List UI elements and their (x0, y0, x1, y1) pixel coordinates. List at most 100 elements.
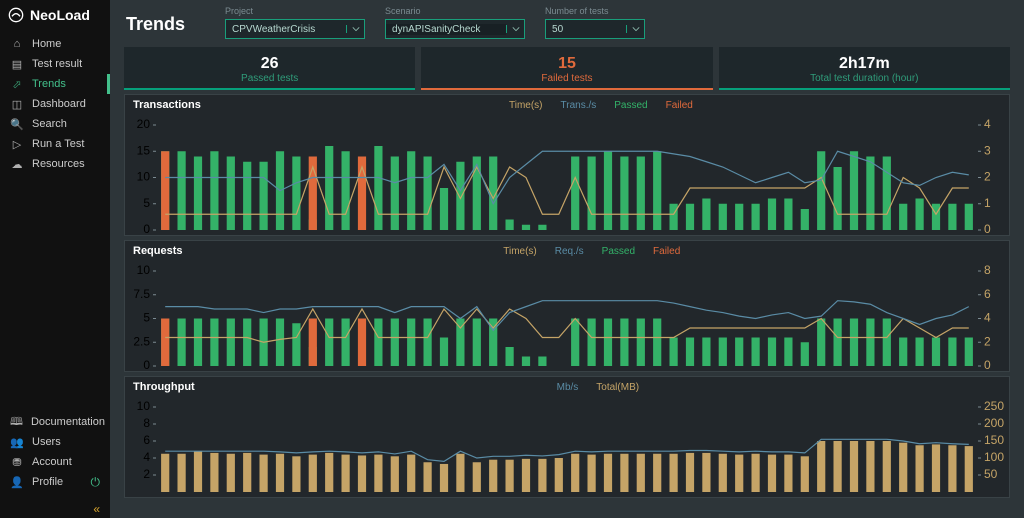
home-icon: ⌂ (10, 38, 24, 50)
sidebar-nav: ⌂ Home ▤ Test result ⬀Trends ◫ Dashboard 🔍Searc… (0, 30, 110, 412)
page-title: Trends (126, 14, 185, 35)
duration-tile[interactable]: 2h17m Total test duration (hour) (719, 47, 1010, 90)
svg-text:0: 0 (984, 358, 991, 371)
nav-label: Search (32, 118, 67, 130)
legend-item: Passed (602, 246, 635, 257)
collapse-sidebar-button[interactable]: « (0, 500, 110, 518)
passed-tile[interactable]: 26 Passed tests (124, 47, 415, 90)
svg-text:10: 10 (137, 170, 151, 184)
chart-title: Throughput (133, 381, 195, 393)
chart-legend: Mb/s Total(MB) (195, 382, 1001, 393)
nav-item-dashboard[interactable]: ◫ Dashboard (0, 94, 110, 114)
brand: NeoLoad (0, 0, 110, 30)
chart-body[interactable]: 0510152001234 (125, 115, 1009, 235)
main: Trends Project CPVWeatherCrisis Scenario… (110, 0, 1024, 518)
svg-text:8: 8 (984, 263, 991, 277)
scenario-value: dynAPISanityCheck (386, 24, 506, 35)
svg-text:4: 4 (984, 117, 991, 131)
legend-item: Total(MB) (596, 382, 639, 393)
nav-label: Account (32, 456, 72, 468)
passed-label: Passed tests (124, 73, 415, 84)
chevron-down-icon (506, 25, 524, 33)
nav-item-documentation[interactable]: 🕮Documentation (0, 412, 110, 432)
chart-header: Throughput Mb/s Total(MB) (125, 377, 1009, 397)
chart-title: Transactions (133, 99, 201, 111)
legend-item: Mb/s (557, 382, 579, 393)
svg-text:0: 0 (984, 222, 991, 235)
chart-header: Transactions Time(s)Trans./sPassedFailed (125, 95, 1009, 115)
svg-text:2: 2 (984, 170, 991, 184)
svg-text:6: 6 (984, 287, 991, 301)
trends-icon: ⬀ (10, 78, 24, 91)
legend-item: Failed (666, 100, 693, 111)
chart-title: Requests (133, 245, 183, 257)
svg-text:8: 8 (143, 416, 150, 430)
chart-legend: Time(s)Trans./sPassedFailed (201, 100, 1001, 111)
legend-item: Failed (653, 246, 680, 257)
nav-item-home[interactable]: ⌂ Home (0, 34, 110, 54)
svg-text:1: 1 (984, 196, 991, 210)
account-icon: ⛃ (10, 456, 24, 469)
legend-item: Time(s) (509, 100, 543, 111)
failed-tile[interactable]: 15 Failed tests (421, 47, 712, 90)
nav-item-profile[interactable]: 👤Profile (0, 472, 110, 492)
profile-icon: 👤 (10, 476, 24, 489)
duration-value: 2h17m (719, 55, 1010, 73)
svg-text:7.5: 7.5 (133, 287, 150, 301)
resources-icon: ☁ (10, 158, 24, 171)
nav-item-account[interactable]: ⛃ Account (0, 452, 110, 472)
svg-text:4: 4 (143, 450, 150, 464)
svg-text:10: 10 (137, 399, 151, 413)
svg-text:200: 200 (984, 416, 1004, 430)
chart-legend: Time(s) Req./s Passed Failed (183, 246, 1001, 257)
nav-item-run-a-test[interactable]: ▷ Run a Test (0, 134, 110, 154)
svg-text:10: 10 (137, 263, 151, 277)
chart-body[interactable]: 02.557.51002468 (125, 261, 1009, 371)
legend-item: Passed (614, 100, 647, 111)
brand-name: NeoLoad (30, 7, 90, 23)
count-field: Number of tests 50 (545, 6, 645, 39)
project-value: CPVWeatherCrisis (226, 24, 346, 35)
test-result-icon: ▤ (10, 58, 24, 71)
count-value: 50 (546, 24, 626, 35)
legend-item: Req./s (555, 246, 584, 257)
project-label: Project (225, 6, 365, 16)
sidebar-nav-bottom: 🕮Documentation 👥 Users ⛃ Account 👤Profile (0, 412, 110, 500)
nav-item-trends[interactable]: ⬀Trends (0, 74, 110, 94)
nav-label: Users (32, 436, 61, 448)
svg-text:4: 4 (984, 311, 991, 325)
duration-label: Total test duration (hour) (719, 73, 1010, 84)
chart-body[interactable]: 24681050100150200250 (125, 397, 1009, 497)
nav-item-search[interactable]: 🔍Search (0, 114, 110, 134)
scenario-field: Scenario dynAPISanityCheck (385, 6, 525, 39)
nav-item-users[interactable]: 👥 Users (0, 432, 110, 452)
nav-item-resources[interactable]: ☁ Resources (0, 154, 110, 174)
users-icon: 👥 (10, 436, 24, 449)
svg-text:15: 15 (137, 143, 151, 157)
nav-item-test-result[interactable]: ▤ Test result (0, 54, 110, 74)
chart-panel-throughput: Throughput Mb/sTotal(MB) 246810501001502… (124, 376, 1010, 498)
svg-text:5: 5 (143, 196, 150, 210)
nav-label: Resources (32, 158, 85, 170)
run-a-test-icon: ▷ (10, 138, 24, 151)
svg-text:3: 3 (984, 143, 991, 157)
chart-header: Requests Time(s) Req./s Passed Failed (125, 241, 1009, 261)
nav-label: Run a Test (32, 138, 84, 150)
scenario-label: Scenario (385, 6, 525, 16)
svg-text:6: 6 (143, 433, 150, 447)
count-label: Number of tests (545, 6, 645, 16)
scenario-select[interactable]: dynAPISanityCheck (385, 19, 525, 39)
count-select[interactable]: 50 (545, 19, 645, 39)
svg-text:50: 50 (984, 467, 998, 481)
nav-label: Home (32, 38, 61, 50)
legend-item: Time(s) (503, 246, 537, 257)
charts-area: Transactions Time(s)Trans./sPassedFailed… (110, 94, 1024, 518)
topbar: Trends Project CPVWeatherCrisis Scenario… (110, 0, 1024, 47)
project-select[interactable]: CPVWeatherCrisis (225, 19, 365, 39)
failed-count: 15 (421, 55, 712, 73)
nav-label: Dashboard (32, 98, 86, 110)
nav-label: Documentation (31, 416, 105, 428)
nav-label: Test result (32, 58, 82, 70)
dashboard-icon: ◫ (10, 98, 24, 111)
svg-text:5: 5 (143, 311, 150, 325)
